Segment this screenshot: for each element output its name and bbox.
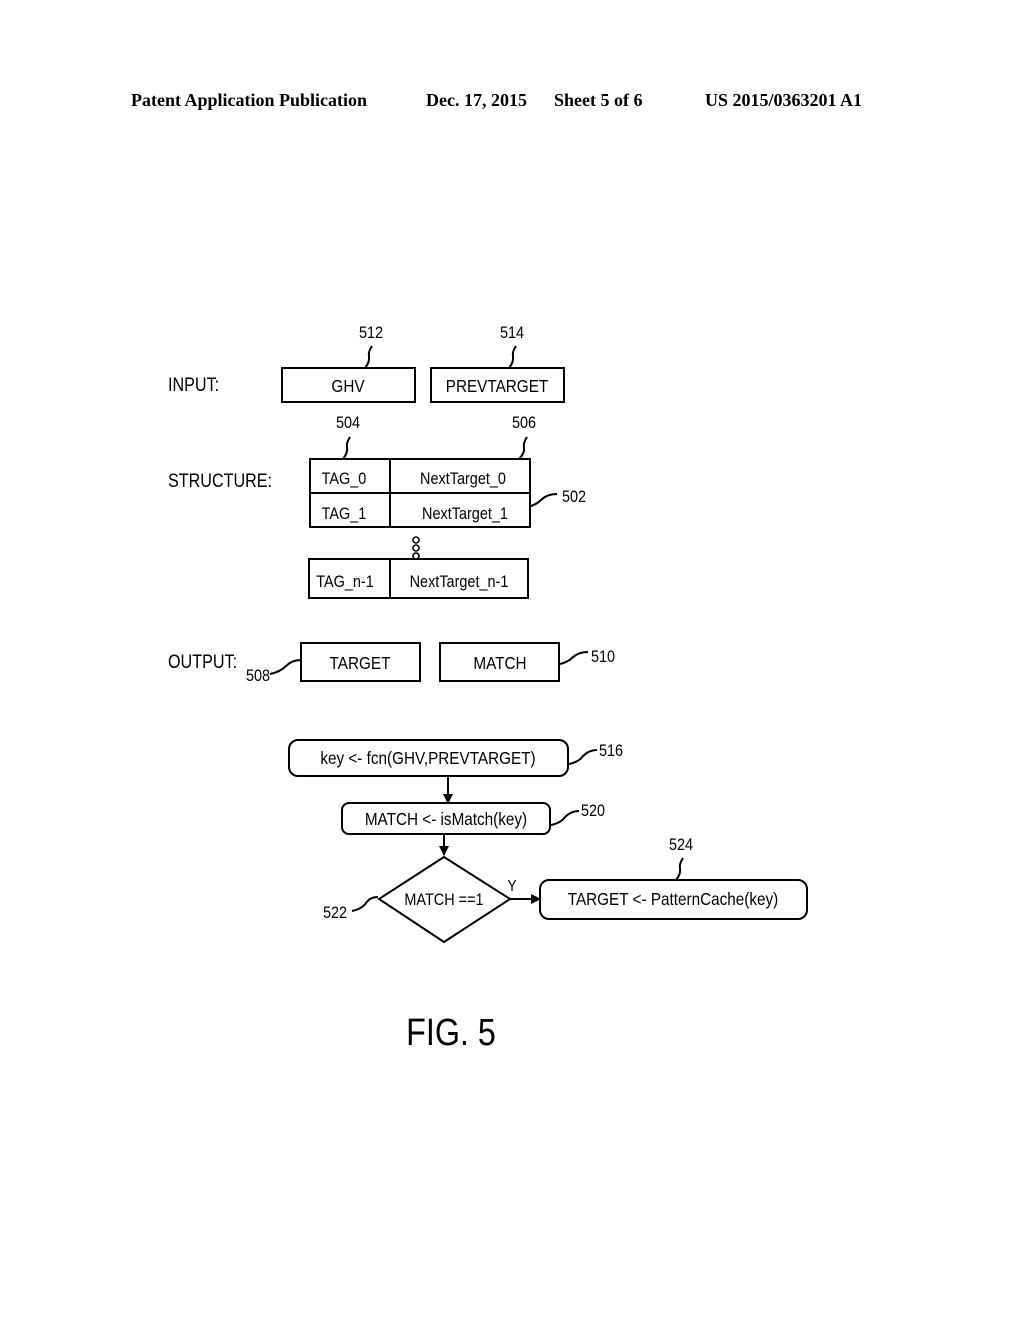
leader-508 <box>269 659 302 675</box>
output-target-box: TARGET <box>300 642 421 682</box>
figure-5-diagram: INPUT: STRUCTURE: OUTPUT: GHV 512 PREVTA… <box>168 324 808 1054</box>
leader-502 <box>530 493 558 507</box>
input-ghv-box: GHV <box>281 367 416 403</box>
leader-524 <box>675 857 684 881</box>
ref-508: 508 <box>246 667 270 685</box>
leader-510 <box>559 651 589 665</box>
flow-key-box: key <- fcn(GHV,PREVTARGET) <box>288 739 569 777</box>
structure-label: STRUCTURE: <box>168 470 272 492</box>
ref-514: 514 <box>500 324 524 342</box>
leader-516 <box>568 749 598 765</box>
row-n-1-tag: TAG_n-1 <box>316 573 374 591</box>
flow-ismatch-text: MATCH <- isMatch(key) <box>365 809 527 829</box>
ref-516: 516 <box>599 742 623 760</box>
flow-lookup-text: TARGET <- PatternCache(key) <box>568 889 779 909</box>
yes-label: Y <box>507 878 516 895</box>
row-1-target: NextTarget_1 <box>422 505 508 523</box>
ref-524: 524 <box>669 836 693 854</box>
output-match-box: MATCH <box>439 642 560 682</box>
row-0-target: NextTarget_0 <box>420 470 506 488</box>
flow-decision-text: MATCH ==1 <box>404 891 483 909</box>
flow-lookup-box: TARGET <- PatternCache(key) <box>539 879 808 920</box>
ellipsis-icon <box>412 536 420 560</box>
leader-506 <box>518 436 528 460</box>
output-target-text: TARGET <box>330 653 391 673</box>
flow-decision-diamond: MATCH ==1 <box>377 855 512 944</box>
row-0-tag: TAG_0 <box>322 470 367 488</box>
ref-522: 522 <box>323 904 347 922</box>
input-ghv-text: GHV <box>331 376 365 396</box>
flow-ismatch-box: MATCH <- isMatch(key) <box>341 802 551 835</box>
input-label: INPUT: <box>168 374 219 396</box>
leader-512 <box>364 345 373 369</box>
row-1-tag: TAG_1 <box>322 505 367 523</box>
leader-520 <box>550 810 580 826</box>
leader-522 <box>351 896 379 912</box>
leader-514 <box>508 345 517 369</box>
ref-510: 510 <box>591 648 615 666</box>
ref-506: 506 <box>512 414 536 432</box>
output-match-text: MATCH <box>473 653 526 673</box>
input-prevtarget-box: PREVTARGET <box>430 367 565 403</box>
ref-504: 504 <box>336 414 360 432</box>
ref-520: 520 <box>581 802 605 820</box>
output-label: OUTPUT: <box>168 651 237 673</box>
input-prevtarget-text: PREVTARGET <box>446 376 548 396</box>
figure-label: FIG. 5 <box>406 1012 496 1054</box>
ref-502: 502 <box>562 488 586 506</box>
leader-504 <box>342 436 351 460</box>
flow-key-text: key <- fcn(GHV,PREVTARGET) <box>320 748 535 768</box>
row-n-1-target: NextTarget_n-1 <box>410 573 509 591</box>
ref-512: 512 <box>359 324 383 342</box>
